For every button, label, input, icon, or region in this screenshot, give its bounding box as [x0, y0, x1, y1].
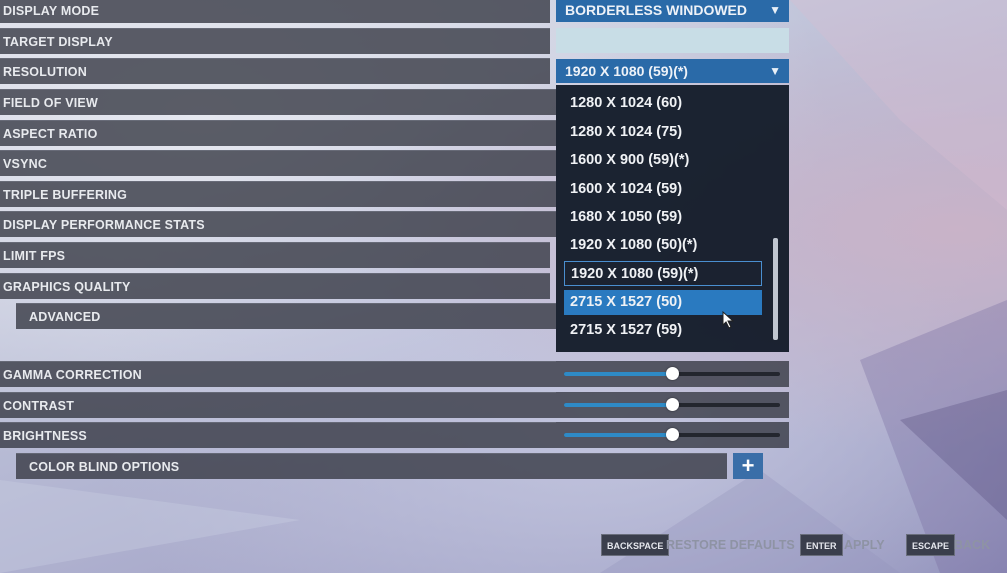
- resolution-option[interactable]: 1280 X 1024 (60): [564, 91, 762, 116]
- setting-resolution[interactable]: RESOLUTION: [0, 58, 550, 84]
- setting-label: GRAPHICS QUALITY: [3, 280, 131, 294]
- brightness-slider[interactable]: [564, 428, 780, 441]
- setting-brightness: BRIGHTNESS: [0, 422, 556, 448]
- setting-field-of-view[interactable]: FIELD OF VIEW: [0, 89, 556, 115]
- setting-label: COLOR BLIND OPTIONS: [29, 460, 180, 474]
- setting-display-performance-stats[interactable]: DISPLAY PERFORMANCE STATS: [0, 211, 556, 237]
- escape-key[interactable]: ESCAPE: [906, 534, 956, 556]
- slider-fill: [564, 372, 672, 376]
- backspace-key[interactable]: BACKSPACE: [601, 534, 670, 556]
- setting-label: GAMMA CORRECTION: [3, 368, 142, 382]
- slider-knob[interactable]: [666, 428, 679, 441]
- setting-advanced[interactable]: ADVANCED: [16, 303, 556, 329]
- apply-button[interactable]: APPLY: [844, 534, 885, 556]
- chevron-down-icon: ▼: [769, 3, 781, 17]
- gamma-slider[interactable]: [564, 367, 780, 380]
- plus-icon[interactable]: +: [733, 453, 763, 479]
- resolution-option[interactable]: 1920 X 1080 (50)(*): [564, 233, 762, 258]
- setting-contrast: CONTRAST: [0, 392, 556, 418]
- resolution-dropdown: 1280 X 1024 (60) 1280 X 1024 (75) 1600 X…: [556, 85, 789, 352]
- setting-vsync[interactable]: VSYNC: [0, 150, 556, 176]
- resolution-value: 1920 X 1080 (59)(*): [565, 63, 688, 79]
- slider-knob[interactable]: [666, 398, 679, 411]
- slider-fill: [564, 433, 672, 437]
- setting-label: VSYNC: [3, 157, 48, 171]
- target-display-select[interactable]: [556, 28, 789, 53]
- restore-defaults-button[interactable]: RESTORE DEFAULTS: [666, 534, 795, 556]
- setting-label: ASPECT RATIO: [3, 127, 98, 141]
- setting-label: CONTRAST: [3, 399, 75, 413]
- setting-triple-buffering[interactable]: TRIPLE BUFFERING: [0, 181, 556, 207]
- enter-key[interactable]: ENTER: [800, 534, 843, 556]
- chevron-down-icon: ▼: [769, 64, 781, 78]
- resolution-option-current[interactable]: 1920 X 1080 (59)(*): [564, 261, 762, 286]
- setting-label: TARGET DISPLAY: [3, 35, 113, 49]
- setting-label: ADVANCED: [29, 310, 101, 324]
- back-button[interactable]: BACK: [954, 534, 990, 556]
- setting-aspect-ratio[interactable]: ASPECT RATIO: [0, 120, 556, 146]
- setting-label: BRIGHTNESS: [3, 429, 87, 443]
- contrast-slider[interactable]: [564, 398, 780, 411]
- display-mode-value: BORDERLESS WINDOWED: [565, 2, 747, 18]
- slider-knob[interactable]: [666, 367, 679, 380]
- setting-label: FIELD OF VIEW: [3, 96, 98, 110]
- setting-label: TRIPLE BUFFERING: [3, 188, 128, 202]
- resolution-select[interactable]: 1920 X 1080 (59)(*) ▼: [556, 59, 789, 83]
- resolution-option[interactable]: 1600 X 900 (59)(*): [564, 148, 762, 173]
- resolution-option[interactable]: 1280 X 1024 (75): [564, 120, 762, 145]
- resolution-option[interactable]: 1600 X 1024 (59): [564, 177, 762, 202]
- setting-display-mode[interactable]: DISPLAY MODE: [0, 0, 550, 23]
- setting-graphics-quality[interactable]: GRAPHICS QUALITY: [0, 273, 550, 299]
- dropdown-scrollbar[interactable]: [773, 238, 778, 340]
- setting-label: RESOLUTION: [3, 65, 87, 79]
- resolution-option[interactable]: 1680 X 1050 (59): [564, 205, 762, 230]
- setting-label: LIMIT FPS: [3, 249, 66, 263]
- setting-label: DISPLAY MODE: [3, 4, 100, 18]
- setting-label: DISPLAY PERFORMANCE STATS: [3, 218, 205, 232]
- setting-limit-fps[interactable]: LIMIT FPS: [0, 242, 550, 268]
- mouse-cursor-icon: [722, 311, 735, 329]
- setting-gamma-correction: GAMMA CORRECTION: [0, 361, 556, 387]
- display-mode-select[interactable]: BORDERLESS WINDOWED ▼: [556, 0, 789, 22]
- setting-color-blind-options[interactable]: COLOR BLIND OPTIONS: [16, 453, 727, 479]
- slider-fill: [564, 403, 672, 407]
- setting-target-display[interactable]: TARGET DISPLAY: [0, 28, 550, 54]
